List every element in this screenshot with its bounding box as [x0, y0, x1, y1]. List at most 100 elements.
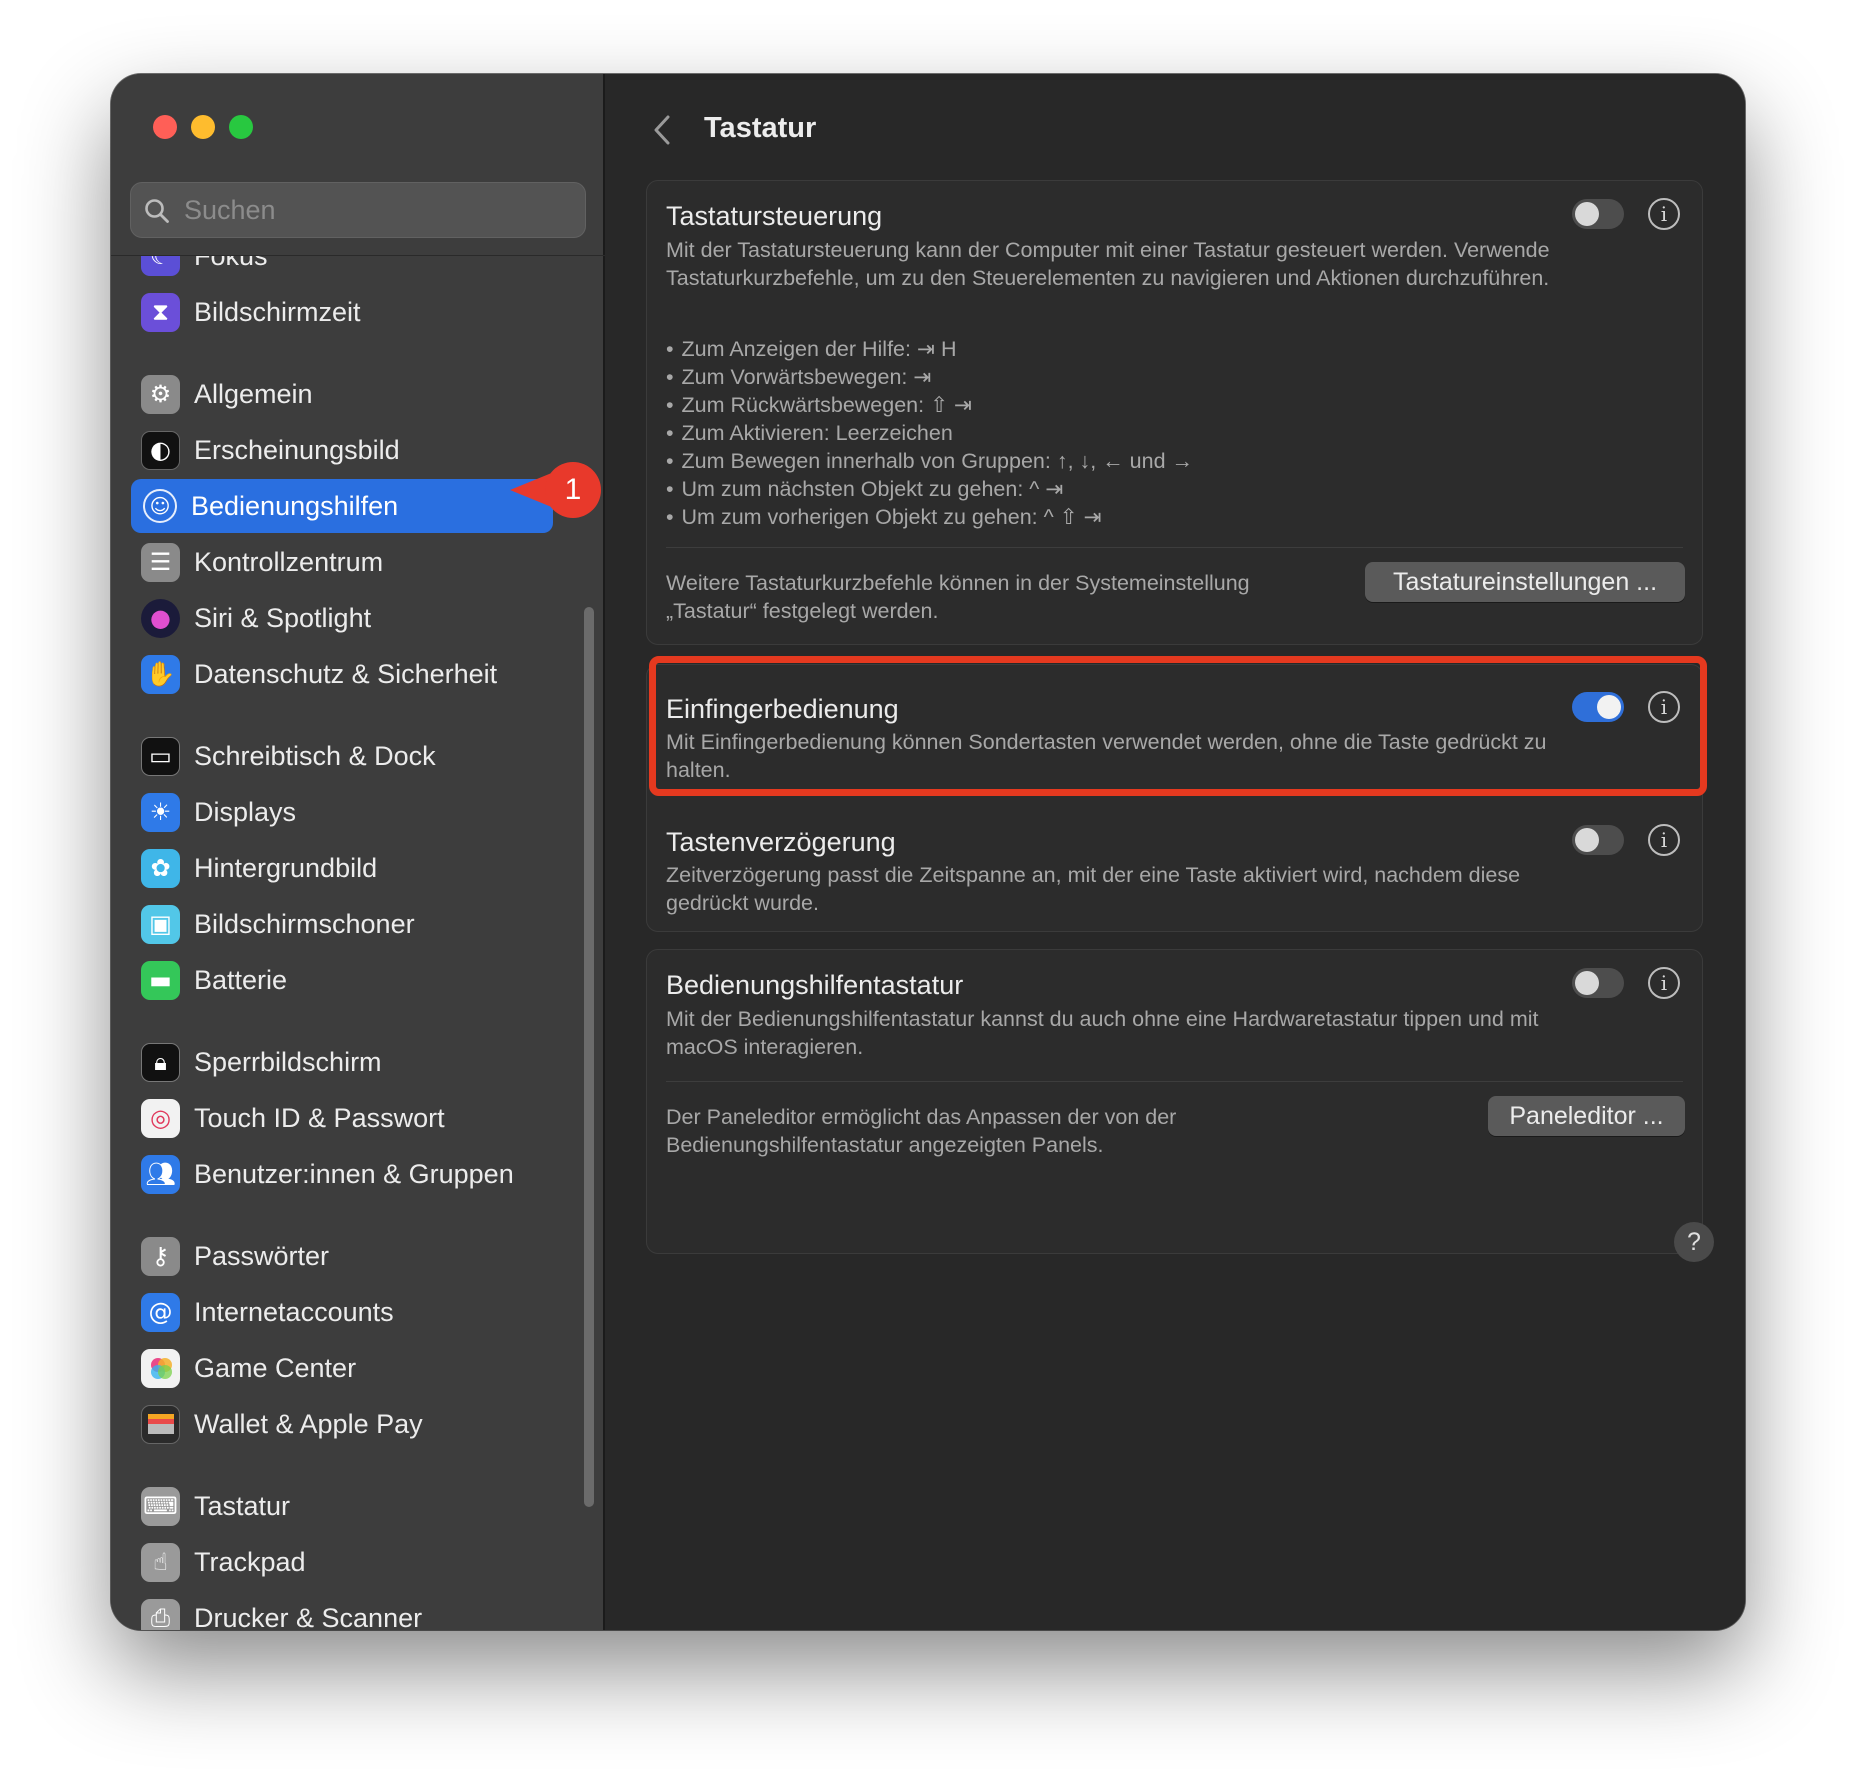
sidebar-item-label: Internetaccounts	[194, 1296, 394, 1327]
sidebar-item-tastatur[interactable]: ⌨ Tastatur	[131, 1479, 553, 1533]
list-item: Zum Bewegen innerhalb von Gruppen: ↑, ↓,…	[666, 447, 1194, 475]
sidebar-item-siri-spotlight[interactable]: ● Siri & Spotlight	[131, 591, 553, 645]
step-badge: 1	[545, 462, 601, 518]
control-center-icon: ☰	[141, 542, 180, 582]
sidebar-item-schreibtisch-dock[interactable]: ▭ Schreibtisch & Dock	[131, 729, 553, 783]
sidebar: ☾ Fokus ⧗ Bildschirmzeit ⚙ Allgemein ◐ E…	[111, 74, 605, 1630]
keyboard-control-card: Tastatursteuerung i Mit der Tastatursteu…	[646, 180, 1703, 645]
chevron-left-icon	[654, 115, 670, 145]
sidebar-item-wallet[interactable]: Wallet & Apple Pay	[131, 1397, 553, 1451]
sidebar-item-drucker[interactable]: ⎙ Drucker & Scanner	[131, 1591, 553, 1630]
sidebar-item-displays[interactable]: ☀ Displays	[131, 785, 553, 839]
sidebar-item-game-center[interactable]: Game Center	[131, 1341, 553, 1395]
sidebar-item-sperrbildschirm[interactable]: 🔒︎ Sperrbildschirm	[131, 1035, 553, 1089]
accessibility-keyboard-title: Bedienungshilfentastatur	[666, 970, 964, 1000]
hand-icon: ✋	[141, 654, 180, 694]
minimize-window-button[interactable]	[191, 115, 215, 139]
slow-keys-toggle[interactable]	[1572, 825, 1624, 855]
sidebar-item-label: Bildschirmschoner	[194, 908, 415, 939]
divider	[666, 1081, 1683, 1082]
sidebar-item-bildschirmzeit[interactable]: ⧗ Bildschirmzeit	[131, 285, 553, 339]
sidebar-list: ☾ Fokus ⧗ Bildschirmzeit ⚙ Allgemein ◐ E…	[111, 256, 605, 1630]
back-button[interactable]	[647, 110, 677, 150]
siri-icon: ●	[141, 598, 180, 638]
list-item: Um zum nächsten Objekt zu gehen: ^ ⇥	[666, 475, 1193, 503]
sidebar-item-fokus[interactable]: ☾ Fokus	[131, 256, 553, 276]
users-icon: 👥︎	[141, 1154, 180, 1194]
key-icon: ⚷	[141, 1236, 180, 1276]
lock-icon: 🔒︎	[141, 1042, 180, 1082]
search-field[interactable]	[130, 182, 586, 238]
printer-icon: ⎙	[141, 1598, 180, 1630]
at-icon: @	[141, 1292, 180, 1332]
sidebar-item-label: Game Center	[194, 1352, 357, 1383]
keyboard-control-description: Mit der Tastatursteuerung kann der Compu…	[666, 238, 1550, 290]
search-icon	[145, 199, 169, 223]
sidebar-item-passwoerter[interactable]: ⚷ Passwörter	[131, 1229, 553, 1283]
sidebar-item-label: Bildschirmzeit	[194, 296, 361, 327]
keyboard-settings-hint: Weitere Tastaturkurzbefehle können in de…	[666, 571, 1250, 623]
sidebar-item-label: Hintergrundbild	[194, 852, 378, 883]
flower-icon: ✿	[141, 848, 180, 888]
sun-icon: ☀	[141, 792, 180, 832]
panel-editor-hint: Der Paneleditor ermöglicht das Anpassen …	[666, 1105, 1177, 1157]
sidebar-item-internetaccounts[interactable]: @ Internetaccounts	[131, 1285, 553, 1339]
accessibility-keyboard-description: Mit der Bedienungshilfentastatur kannst …	[666, 1007, 1539, 1059]
slow-keys-description: Zeitverzögerung passt die Zeitspanne an,…	[666, 863, 1521, 915]
keyboard-settings-button[interactable]: Tastatureinstellungen ...	[1365, 562, 1685, 602]
accessibility-keyboard-info-icon[interactable]: i	[1648, 967, 1680, 999]
sidebar-scrollbar[interactable]	[584, 607, 594, 1507]
fingerprint-icon: ◎	[141, 1098, 180, 1138]
sidebar-item-datenschutz[interactable]: ✋ Datenschutz & Sicherheit	[131, 647, 553, 701]
zoom-window-button[interactable]	[229, 115, 253, 139]
list-item: Um zum vorherigen Objekt zu gehen: ^ ⇧ ⇥	[666, 503, 1193, 531]
battery-icon: ▬	[141, 960, 180, 1000]
sidebar-item-batterie[interactable]: ▬ Batterie	[131, 953, 553, 1007]
sidebar-item-bedienungshilfen[interactable]: ☺ Bedienungshilfen	[131, 479, 553, 533]
screensaver-icon: ▣	[141, 904, 180, 944]
sidebar-item-label: Kontrollzentrum	[194, 546, 384, 577]
sidebar-item-label: Batterie	[194, 964, 288, 995]
keyboard-icon: ⌨	[141, 1486, 180, 1526]
slow-keys-info-icon[interactable]: i	[1648, 824, 1680, 856]
list-item: Zum Anzeigen der Hilfe: ⇥ H	[666, 335, 1193, 363]
sidebar-item-kontrollzentrum[interactable]: ☰ Kontrollzentrum	[131, 535, 553, 589]
sidebar-item-touch-id[interactable]: ◎ Touch ID & Passwort	[131, 1091, 553, 1145]
help-button[interactable]: ?	[1674, 1222, 1714, 1262]
moon-icon: ☾	[141, 256, 180, 276]
toggle-knob	[1575, 971, 1599, 995]
panel-editor-button[interactable]: Paneleditor ...	[1488, 1096, 1685, 1136]
divider	[666, 547, 1683, 548]
sidebar-item-label: Benutzer:innen & Gruppen	[194, 1158, 514, 1189]
page-title: Tastatur	[704, 112, 817, 144]
wallet-icon	[141, 1404, 180, 1444]
game-center-icon	[141, 1348, 180, 1388]
keyboard-control-info-icon[interactable]: i	[1648, 198, 1680, 230]
search-input[interactable]	[184, 183, 574, 237]
sidebar-item-erscheinungsbild[interactable]: ◐ Erscheinungsbild	[131, 423, 553, 477]
sidebar-item-label: Passwörter	[194, 1240, 330, 1271]
sidebar-item-hintergrundbild[interactable]: ✿ Hintergrundbild	[131, 841, 553, 895]
sidebar-item-bildschirmschoner[interactable]: ▣ Bildschirmschoner	[131, 897, 553, 951]
sidebar-item-label: Drucker & Scanner	[194, 1602, 423, 1631]
sidebar-item-allgemein[interactable]: ⚙ Allgemein	[131, 367, 553, 421]
sidebar-item-label: Schreibtisch & Dock	[194, 740, 436, 771]
keyboard-control-title: Tastatursteuerung	[666, 201, 883, 231]
sidebar-item-label: Wallet & Apple Pay	[194, 1408, 423, 1439]
appearance-icon: ◐	[141, 430, 180, 470]
accessibility-keyboard-card: Bedienungshilfentastatur i Mit der Bedie…	[646, 949, 1703, 1254]
keyboard-control-shortcut-list: Zum Anzeigen der Hilfe: ⇥ H Zum Vorwärts…	[666, 335, 1194, 531]
accessibility-keyboard-toggle[interactable]	[1572, 968, 1624, 998]
sidebar-item-benutzer[interactable]: 👥︎ Benutzer:innen & Gruppen	[131, 1147, 553, 1201]
sidebar-item-label: Displays	[194, 796, 297, 827]
highlight-frame	[649, 656, 1707, 796]
sidebar-item-label: Fokus	[194, 256, 268, 272]
sidebar-item-label: Sperrbildschirm	[194, 1046, 382, 1077]
keyboard-control-toggle[interactable]	[1572, 199, 1624, 229]
sidebar-item-label: Allgemein	[194, 378, 313, 409]
sidebar-item-label: Bedienungshilfen	[191, 490, 399, 521]
sidebar-item-label: Tastatur	[194, 1490, 291, 1521]
sidebar-item-trackpad[interactable]: ☝ Trackpad	[131, 1535, 553, 1589]
close-window-button[interactable]	[153, 115, 177, 139]
sidebar-item-label: Datenschutz & Sicherheit	[194, 658, 498, 689]
